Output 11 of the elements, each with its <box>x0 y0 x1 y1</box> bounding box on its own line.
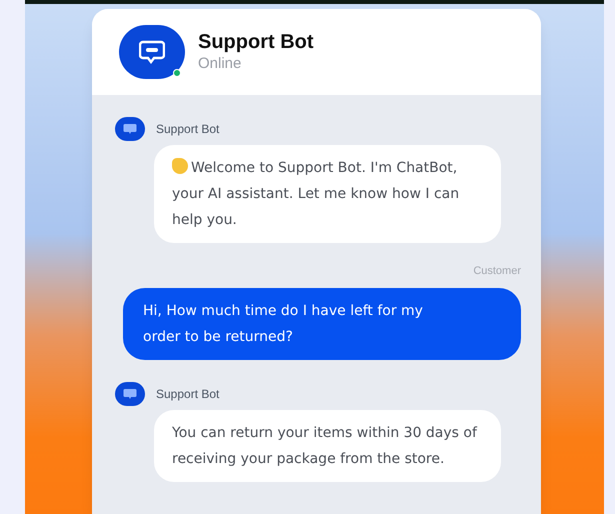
status-text: Online <box>198 54 242 74</box>
bot-message-bubble: Welcome to Support Bot. I'm ChatBot, your AI assistant. Let me know how I can help you. <box>154 145 501 243</box>
bot-avatar-icon <box>115 382 145 406</box>
bot-avatar-icon <box>119 25 185 79</box>
sender-name: Support Bot <box>156 386 220 402</box>
chat-title: Support Bot <box>198 30 314 54</box>
sender-name: Customer <box>473 264 521 279</box>
customer-message-bubble: Hi, How much time do I have left for my order to be returned? <box>123 288 521 360</box>
bot-message-bubble: You can return your items within 30 days of receiving your package from the store. <box>154 410 501 482</box>
sender-name: Support Bot <box>156 121 220 138</box>
bot-avatar-icon <box>115 117 145 141</box>
